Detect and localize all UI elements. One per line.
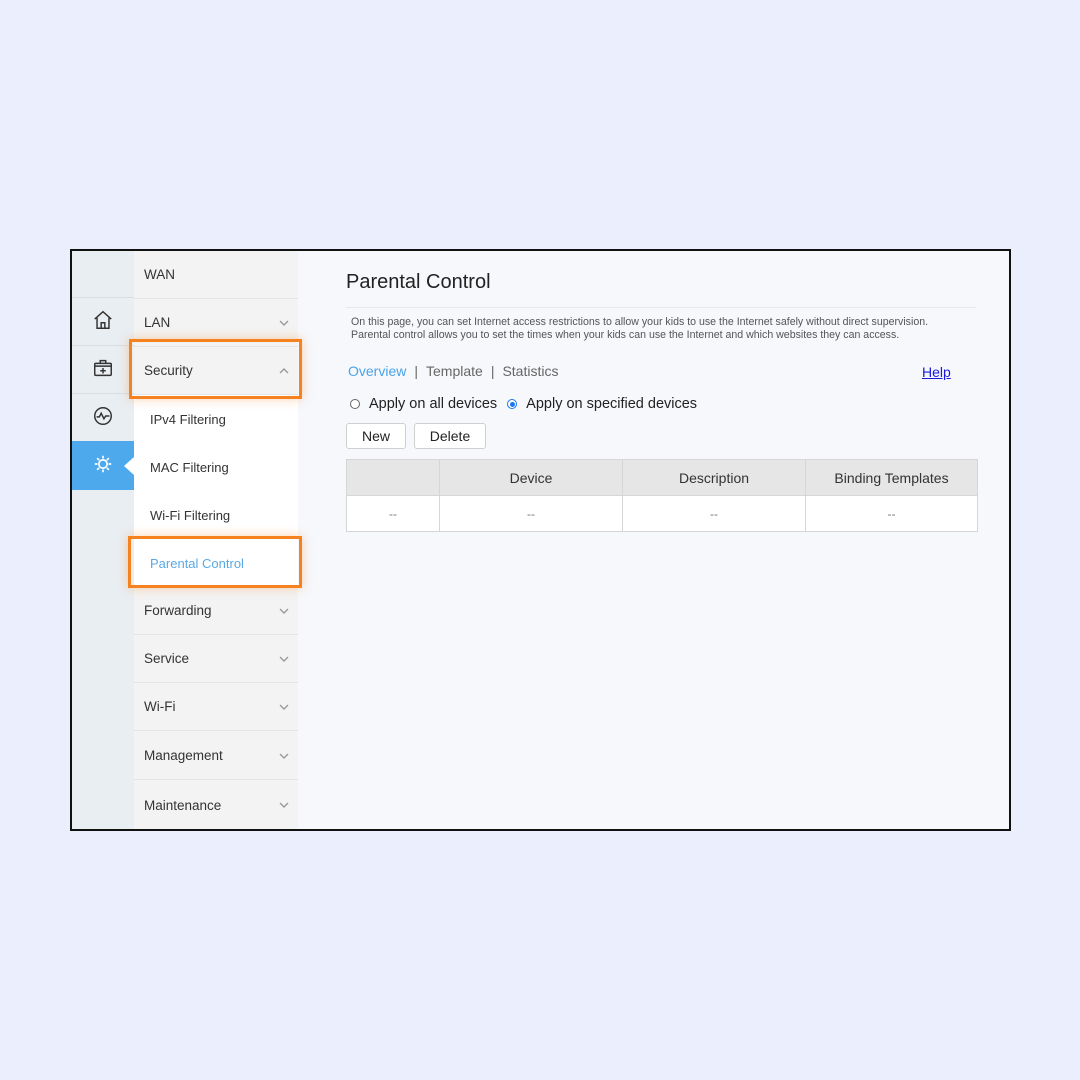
home-icon — [92, 309, 114, 336]
menu-item-label: Forwarding — [144, 603, 212, 618]
rail-item-status[interactable] — [72, 393, 134, 442]
submenu-item-mac-filtering[interactable]: MAC Filtering — [134, 443, 298, 491]
tab-bar: Overview | Template | Statistics — [348, 363, 558, 379]
rail-item-home[interactable] — [72, 297, 134, 346]
menu-item-label: Service — [144, 651, 190, 666]
menu-item-management[interactable]: Management — [134, 732, 298, 780]
menu-item-maintenance[interactable]: Maintenance — [134, 781, 298, 829]
tab-separator: | — [490, 363, 495, 379]
router-admin-window: WAN LAN Security IPv4 Filtering MAC Filt… — [70, 249, 1011, 831]
chevron-down-icon — [279, 656, 289, 662]
menu-item-label: Security — [144, 363, 193, 378]
submenu-item-label: IPv4 Filtering — [150, 411, 226, 427]
security-submenu: IPv4 Filtering MAC Filtering Wi-Fi Filte… — [134, 395, 298, 587]
tab-statistics[interactable]: Statistics — [502, 363, 558, 379]
menu-item-wan[interactable]: WAN — [134, 251, 298, 299]
page-description: On this page, you can set Internet acces… — [351, 316, 991, 342]
submenu-item-label: Wi-Fi Filtering — [150, 507, 231, 523]
column-header-select — [346, 459, 440, 496]
devices-table: Device Description Binding Templates -- … — [346, 459, 978, 532]
menu-item-label: WAN — [144, 267, 175, 282]
menu-item-service[interactable]: Service — [134, 635, 298, 683]
submenu-item-ipv4-filtering[interactable]: IPv4 Filtering — [134, 395, 298, 443]
page-title: Parental Control — [346, 271, 491, 293]
chevron-down-icon — [279, 802, 289, 808]
column-header-binding-templates[interactable]: Binding Templates — [805, 459, 978, 496]
column-header-description[interactable]: Description — [622, 459, 806, 496]
table-cell: -- — [346, 495, 440, 532]
menu-item-lan[interactable]: LAN — [134, 299, 298, 347]
menu-item-security[interactable]: Security — [134, 347, 298, 395]
delete-button[interactable]: Delete — [414, 423, 486, 449]
chevron-down-icon — [279, 753, 289, 759]
tab-template[interactable]: Template — [426, 363, 483, 379]
column-header-device[interactable]: Device — [439, 459, 623, 496]
radio-label-apply-all-devices[interactable]: Apply on all devices — [369, 396, 497, 412]
rail-item-settings[interactable] — [72, 441, 134, 490]
chevron-up-icon — [279, 367, 289, 373]
table-cell: -- — [439, 495, 623, 532]
apply-scope-radio-group: Apply on all devices Apply on specified … — [350, 396, 707, 412]
main-content: Parental Control On this page, you can s… — [346, 251, 1009, 829]
help-link[interactable]: Help — [922, 364, 951, 380]
icon-rail — [72, 251, 134, 829]
chevron-down-icon — [279, 704, 289, 710]
table-row[interactable]: -- -- -- -- — [346, 495, 978, 532]
menu-item-label: Management — [144, 748, 223, 763]
tab-overview[interactable]: Overview — [348, 363, 406, 379]
description-line: On this page, you can set Internet acces… — [351, 316, 929, 328]
chevron-down-icon — [279, 608, 289, 614]
radio-apply-specified-devices[interactable] — [507, 399, 518, 409]
menu-item-wifi[interactable]: Wi-Fi — [134, 683, 298, 731]
menu-item-label: Maintenance — [144, 797, 222, 813]
title-divider — [346, 307, 976, 308]
new-button[interactable]: New — [346, 423, 406, 449]
toolbox-icon — [92, 357, 114, 384]
chevron-down-icon — [279, 320, 289, 326]
table-cell: -- — [622, 495, 806, 532]
submenu-item-label: MAC Filtering — [150, 459, 229, 475]
radio-label-apply-specified-devices[interactable]: Apply on specified devices — [526, 396, 697, 412]
radio-apply-all-devices[interactable] — [350, 399, 360, 409]
description-line: Parental control allows you to set the t… — [351, 329, 900, 341]
table-cell: -- — [805, 495, 978, 532]
rail-item-tools[interactable] — [72, 345, 134, 394]
settings-menu: WAN LAN Security IPv4 Filtering MAC Filt… — [134, 251, 298, 829]
submenu-item-label: Parental Control — [150, 555, 244, 571]
status-icon — [92, 405, 114, 432]
submenu-item-wifi-filtering[interactable]: Wi-Fi Filtering — [134, 491, 298, 539]
tab-separator: | — [414, 363, 418, 379]
menu-item-label: LAN — [144, 315, 171, 330]
menu-item-label: Wi-Fi — [144, 699, 176, 714]
submenu-item-parental-control[interactable]: Parental Control — [134, 539, 298, 587]
table-header-row: Device Description Binding Templates — [346, 459, 978, 496]
menu-item-forwarding[interactable]: Forwarding — [134, 587, 298, 635]
settings-gear-icon — [92, 453, 114, 480]
